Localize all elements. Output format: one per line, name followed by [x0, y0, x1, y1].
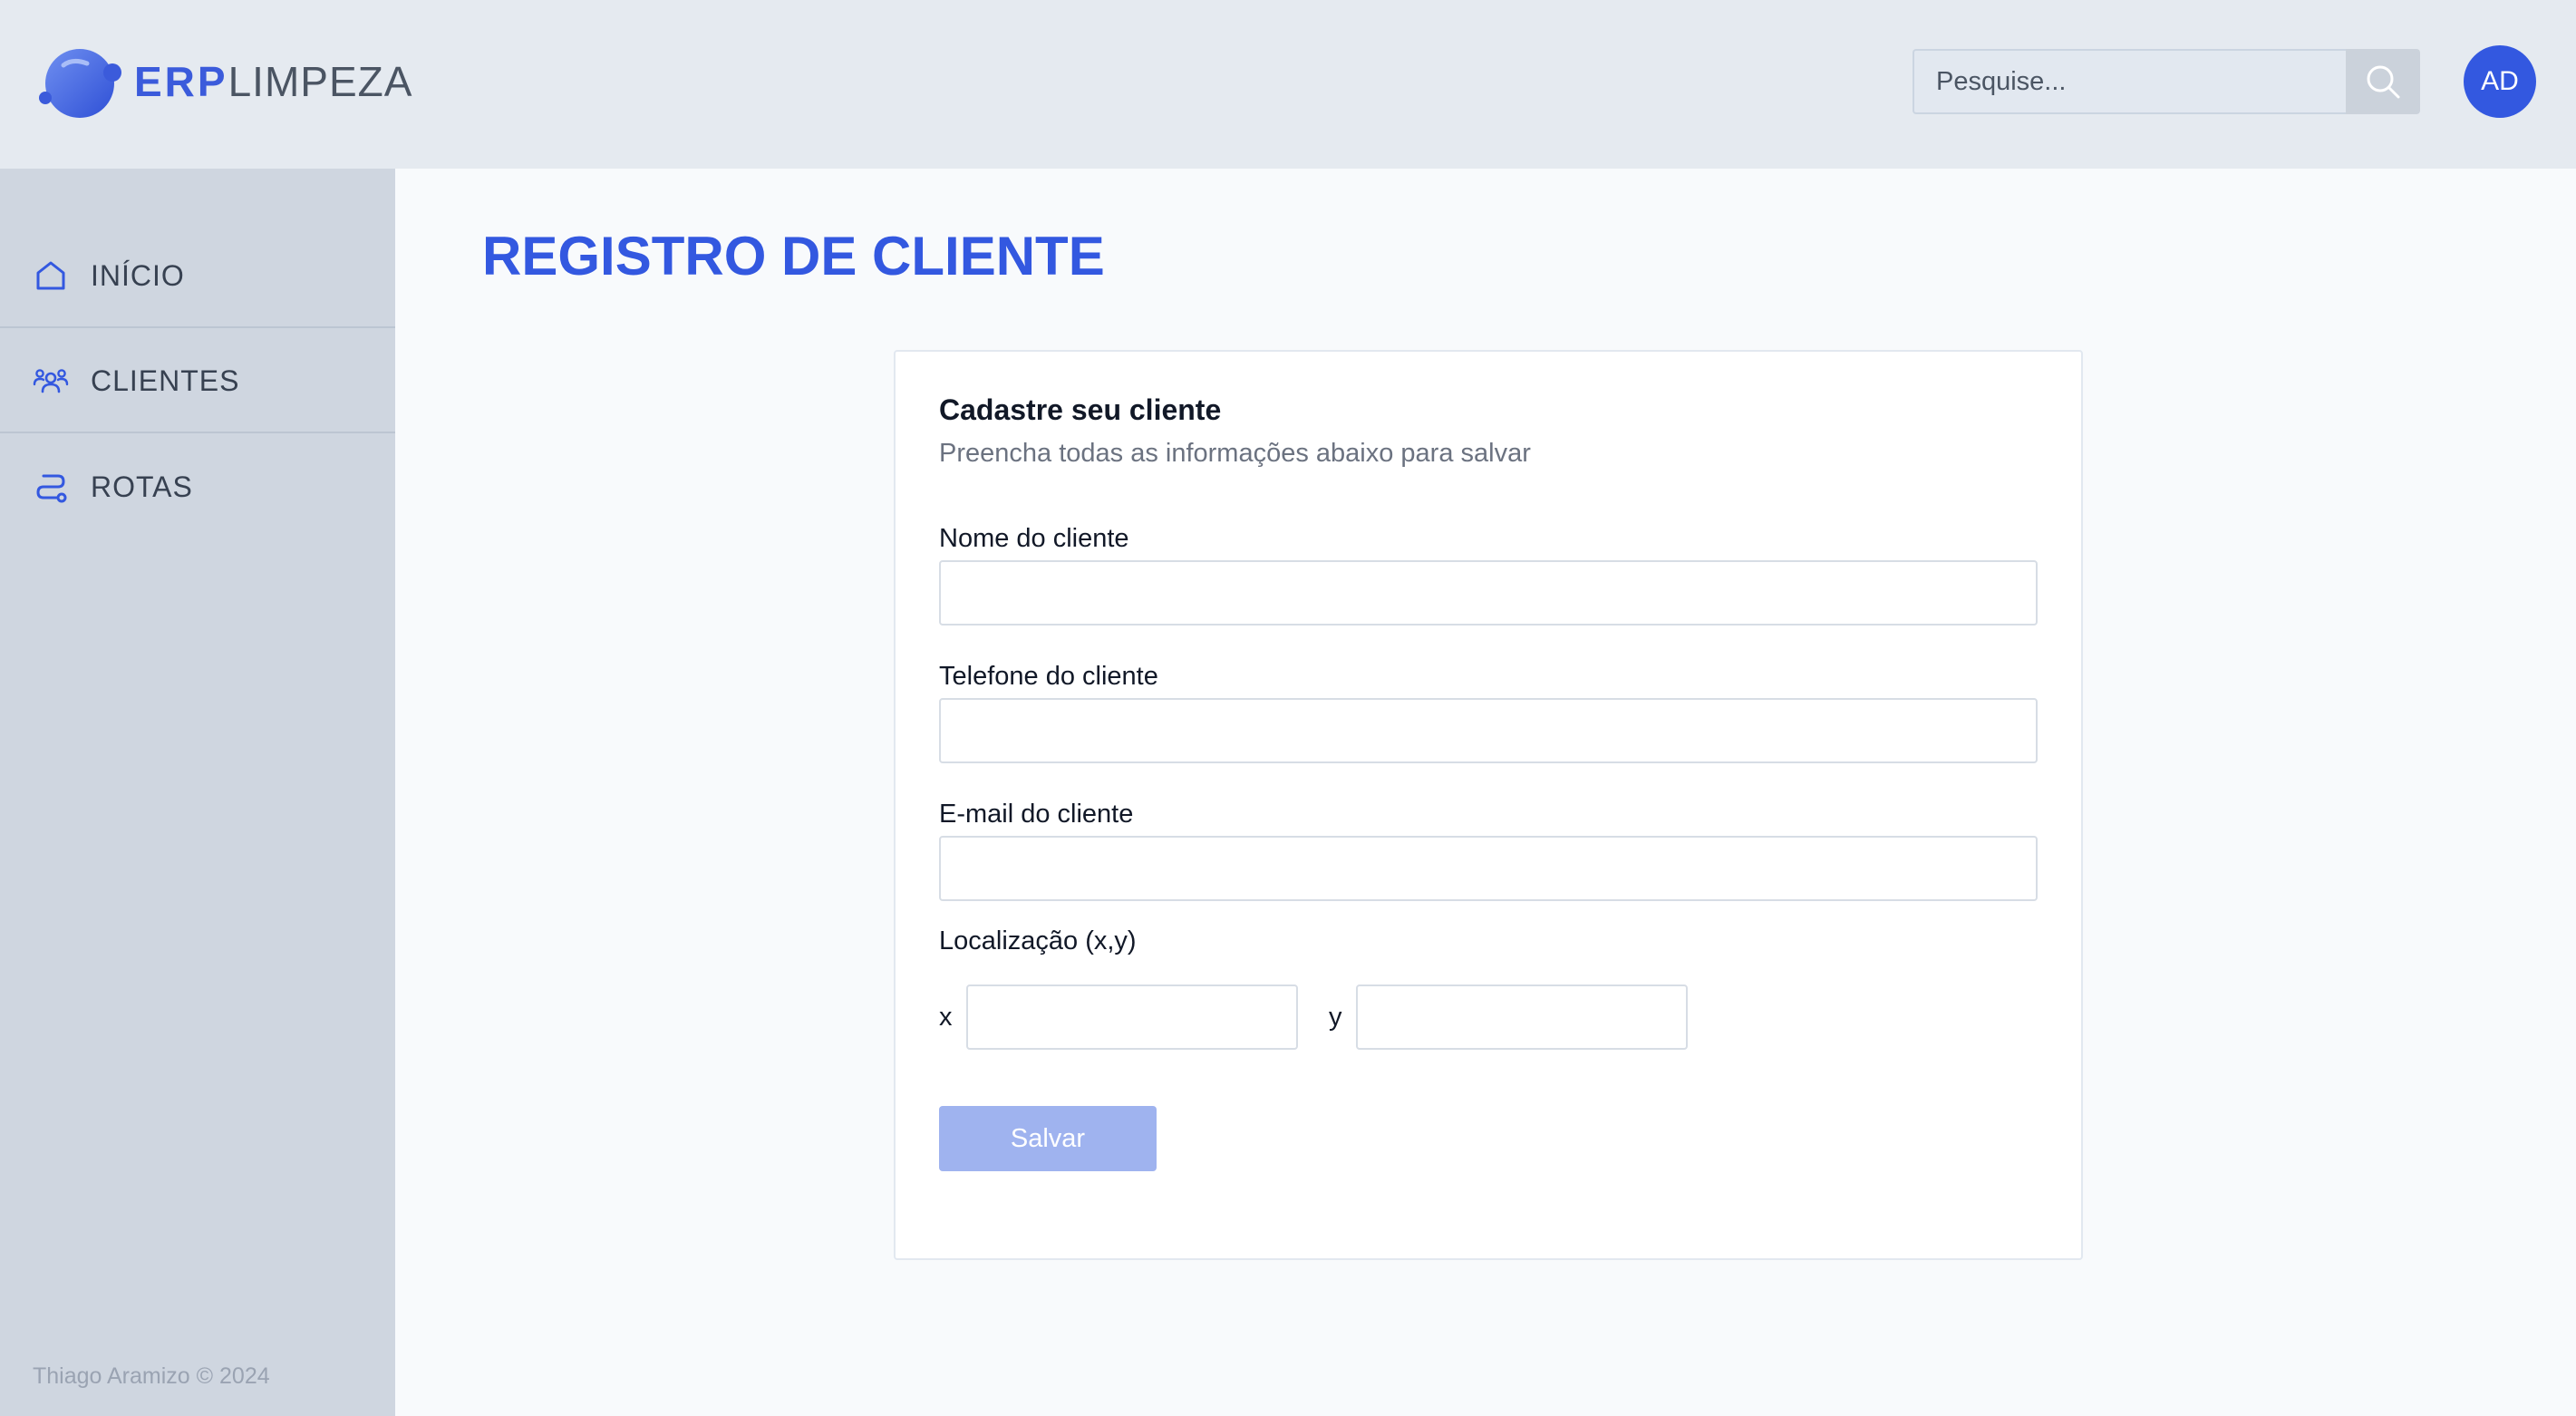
user-avatar[interactable]: AD — [2464, 45, 2536, 118]
location-label: Localização (x,y) — [939, 926, 1137, 955]
users-icon — [33, 369, 69, 393]
top-header: ERPLIMPEZA AD — [0, 0, 2576, 169]
sidebar-item-inicio[interactable]: INÍCIO — [0, 225, 395, 328]
sidebar-item-label: ROTAS — [91, 470, 193, 503]
footer-copyright: Thiago Aramizo © 2024 — [33, 1363, 270, 1389]
email-field[interactable] — [939, 836, 2038, 901]
app-logo[interactable]: ERPLIMPEZA — [36, 38, 412, 125]
sidebar-item-label: INÍCIO — [91, 258, 185, 292]
search-bar — [1913, 49, 2420, 114]
name-field[interactable] — [939, 560, 2038, 626]
page-title: REGISTRO DE CLIENTE — [482, 226, 1105, 286]
logo-icon — [39, 49, 121, 118]
save-button[interactable]: Salvar — [939, 1106, 1157, 1171]
sidebar-item-clientes[interactable]: CLIENTES — [0, 330, 395, 433]
phone-field[interactable] — [939, 698, 2038, 763]
email-label: E-mail do cliente — [939, 800, 1134, 829]
logo-text-bold: ERP — [134, 58, 228, 105]
logo-text: ERPLIMPEZA — [134, 57, 412, 106]
sidebar-item-label: CLIENTES — [91, 364, 240, 397]
sidebar-item-rotas[interactable]: ROTAS — [0, 435, 395, 538]
name-label: Nome do cliente — [939, 524, 1129, 553]
form-title: Cadastre seu cliente — [939, 393, 1222, 426]
y-coordinate-field[interactable] — [1356, 984, 1688, 1050]
sidebar: INÍCIO CLIENTES ROTAS Thiago Aramizo © 2… — [0, 169, 395, 1416]
home-icon — [36, 261, 65, 290]
x-label: x — [939, 1003, 953, 1032]
search-input[interactable] — [1913, 49, 2346, 114]
search-icon — [2367, 65, 2400, 99]
logo-text-light: LIMPEZA — [228, 58, 413, 105]
route-icon — [36, 474, 67, 503]
form-subtitle: Preencha todas as informações abaixo par… — [939, 439, 1531, 468]
search-button[interactable] — [2346, 49, 2420, 114]
client-form-card: Cadastre seu cliente Preencha todas as i… — [894, 350, 2083, 1260]
x-coordinate-field[interactable] — [966, 984, 1298, 1050]
phone-label: Telefone do cliente — [939, 662, 1158, 691]
y-label: y — [1329, 1003, 1342, 1032]
